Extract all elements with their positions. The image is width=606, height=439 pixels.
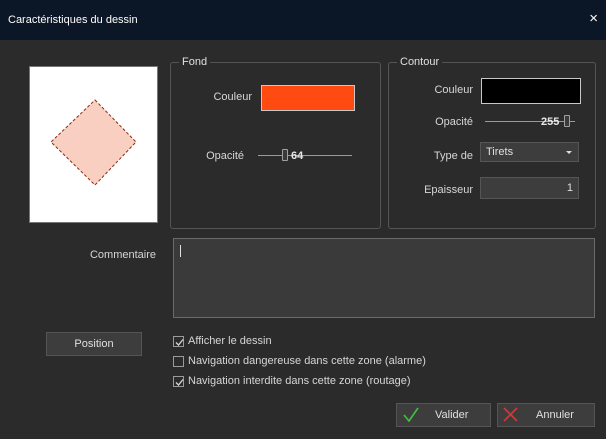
checkbox-afficher-dessin-label: Afficher le dessin [188,335,272,347]
fond-couleur-label: Couleur [213,91,252,103]
fond-color-swatch[interactable] [261,85,355,111]
contour-opacity-value: 255 [541,116,560,128]
fond-opacity-value: 64 [291,150,304,162]
valider-button-label: Valider [435,409,469,421]
chevron-down-icon[interactable] [560,143,578,161]
contour-type-label: Type de [433,150,473,162]
fond-opacity-slider-thumb[interactable] [282,149,288,161]
contour-type-select[interactable]: Tirets [480,142,579,162]
dialog-window: Caractéristiques du dessin × Fond Couleu… [0,0,606,439]
dialog-title: Caractéristiques du dessin [8,14,138,26]
contour-opacity-slider-track[interactable] [485,121,575,122]
checkbox-navigation-dangereuse-label: Navigation dangereuse dans cette zone (a… [188,355,426,367]
contour-type-value: Tirets [486,146,514,158]
checkbox-navigation-interdite-label: Navigation interdite dans cette zone (ro… [188,375,411,387]
checkmark-icon [403,407,419,423]
contour-couleur-label: Couleur [434,84,473,96]
checkbox-navigation-dangereuse-box[interactable] [173,356,184,367]
contour-epaisseur-value: 1 [566,182,573,194]
diamond-preview-icon [50,99,137,186]
contour-epaisseur-label: Epaisseur [424,184,473,196]
contour-epaisseur-field[interactable]: 1 [480,177,579,199]
close-icon[interactable]: × [589,11,598,26]
position-button-label: Position [74,338,114,350]
fond-opacity-slider-track[interactable] [258,155,352,156]
checkbox-afficher-dessin-box[interactable] [173,336,184,347]
annuler-button[interactable]: Annuler [497,403,595,427]
fond-legend: Fond [179,56,211,68]
contour-legend: Contour [397,56,443,68]
commentaire-label: Commentaire [89,249,156,261]
contour-opacity-slider-thumb[interactable] [564,115,570,127]
close-x-icon [503,407,518,422]
checkbox-navigation-interdite-box[interactable] [173,376,184,387]
title-bar[interactable]: Caractéristiques du dessin × [0,0,606,40]
fond-opacite-label: Opacité [206,150,244,162]
position-button[interactable]: Position [46,332,142,356]
valider-button[interactable]: Valider [396,403,491,427]
drawing-preview [29,66,158,223]
commentaire-textarea[interactable] [173,238,595,318]
annuler-button-label: Annuler [536,409,574,421]
text-caret [180,245,181,257]
contour-opacite-label: Opacité [435,116,473,128]
contour-color-swatch[interactable] [481,78,581,104]
